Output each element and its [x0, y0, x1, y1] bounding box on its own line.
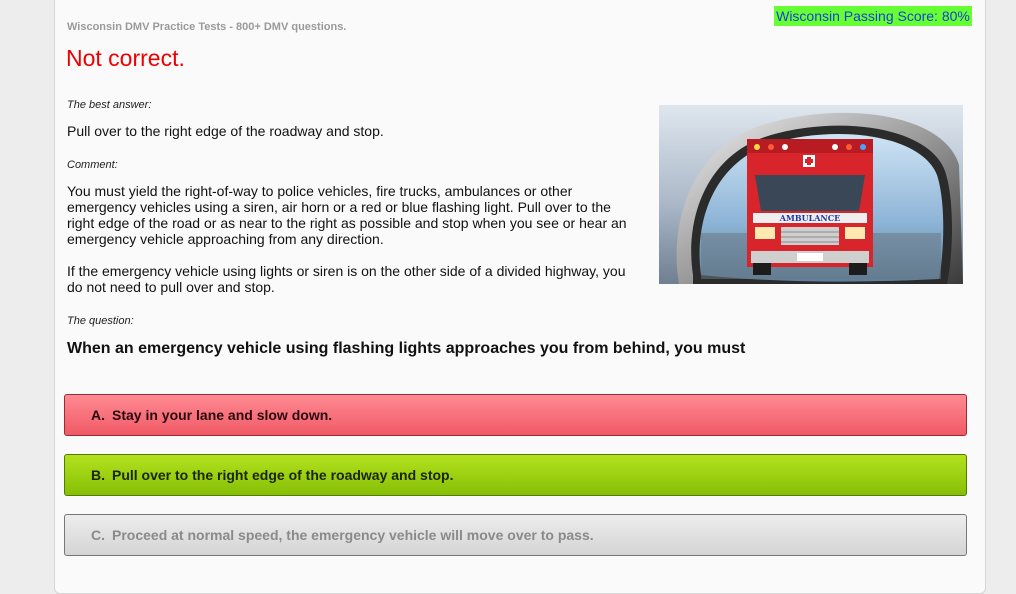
- answer-text: Pull over to the right edge of the roadw…: [112, 467, 454, 483]
- answer-text: Stay in your lane and slow down.: [112, 407, 333, 423]
- answer-option-c[interactable]: C. Proceed at normal speed, the emergency…: [64, 514, 967, 556]
- answer-letter: B.: [91, 467, 105, 483]
- result-status: Not correct.: [66, 45, 185, 71]
- ambulance-mirror-image: AMBULANCE: [659, 105, 963, 284]
- passing-score-badge: Wisconsin Passing Score: 80%: [774, 6, 972, 26]
- ambulance-sign: AMBULANCE: [779, 213, 840, 223]
- comment-paragraph-2: If the emergency vehicle using lights or…: [67, 263, 626, 295]
- answer-letter: A.: [91, 407, 105, 423]
- answer-option-a[interactable]: A. Stay in your lane and slow down.: [64, 394, 967, 436]
- question-text: When an emergency vehicle using flashing…: [67, 340, 746, 357]
- best-answer-text: Pull over to the right edge of the roadw…: [67, 123, 384, 139]
- comment-label: Comment:: [67, 159, 118, 171]
- best-answer-label: The best answer:: [67, 99, 152, 111]
- comment-paragraph-1: You must yield the right-of-way to polic…: [67, 183, 627, 247]
- comment-text: You must yield the right-of-way to polic…: [67, 183, 642, 311]
- answer-letter: C.: [91, 527, 105, 543]
- ambulance-mirror-illustration: AMBULANCE: [659, 105, 963, 284]
- answer-option-b[interactable]: B. Pull over to the right edge of the roa…: [64, 454, 967, 496]
- question-label: The question:: [67, 315, 134, 327]
- answer-text: Proceed at normal speed, the emergency v…: [112, 527, 594, 543]
- breadcrumb[interactable]: Wisconsin DMV Practice Tests - 800+ DMV …: [67, 21, 346, 33]
